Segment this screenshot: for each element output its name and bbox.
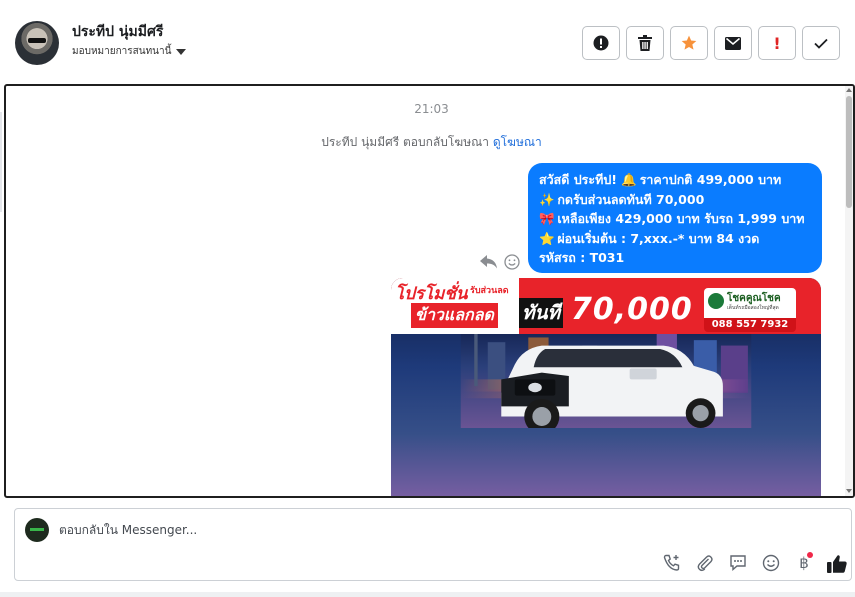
saved-replies-icon — [730, 555, 746, 572]
message-installment: ผ่อนเริ่มต้น : 7,xxx.-* บาท 84 งวด — [553, 230, 760, 246]
star-emoji-icon: ⭐ — [539, 230, 555, 246]
message-final-price: เหลือเพียง 429,000 บาท รับรถ 1,999 บาท — [553, 211, 805, 226]
ad-reply-notice: ประทีป นุ่มมีศรี ตอบกลับโฆษณา ดูโฆษณา — [6, 133, 853, 152]
ribbon-emoji-icon: 🎀 — [539, 211, 555, 226]
page-avatar-logo — [30, 528, 44, 531]
avatar-glasses — [28, 38, 46, 43]
add-call-icon — [663, 554, 680, 571]
message-thread[interactable]: 21:03 ประทีป นุ่มมีศรี ตอบกลับโฆษณา ดูโฆ… — [4, 84, 855, 498]
reply-input[interactable] — [59, 523, 659, 537]
reply-icon[interactable] — [480, 255, 498, 269]
message-greeting: สวัสดี ประทีป! — [539, 172, 622, 187]
promo-subtitle: รับส่วนลด — [470, 286, 509, 296]
contact-name[interactable]: ประทีป นุ่มมีศรี — [72, 21, 163, 43]
dealer-logo-icon — [708, 293, 724, 309]
message-line: ⭐ ผ่อนเริ่มต้น : 7,xxx.-* บาท 84 งวด — [539, 229, 811, 249]
bell-emoji-icon: 🔔 — [621, 172, 637, 187]
left-edge-divider — [0, 112, 2, 212]
composer-tools: ฿ — [661, 552, 848, 574]
star-icon — [681, 35, 697, 50]
bottom-strip — [0, 592, 855, 597]
dealer-tagline: เต็นท์รถมือสองใหญ่ที่สุด — [727, 305, 779, 311]
thread-scrollbar[interactable] — [845, 86, 853, 496]
envelope-icon — [725, 36, 741, 50]
saved-replies-button[interactable] — [727, 552, 749, 574]
alert-circle-icon — [593, 35, 609, 51]
scroll-up-arrow-icon[interactable] — [846, 88, 852, 92]
add-call-button[interactable] — [661, 552, 683, 574]
attachment-icon — [697, 555, 713, 572]
checkmark-icon — [814, 38, 828, 49]
header-actions: ! — [582, 26, 840, 60]
like-button[interactable] — [826, 552, 848, 574]
done-button[interactable] — [802, 26, 840, 60]
promo-banner: โปรโมชั่น รับส่วนลด ข้าวแลกลด ทันที 70,0… — [391, 278, 821, 334]
promo-now-label: ทันที — [519, 298, 564, 328]
message-discount: กดรับส่วนลดทันที 70,000 — [553, 191, 705, 207]
delete-button[interactable] — [626, 26, 664, 60]
message-timestamp: 21:03 — [414, 102, 449, 116]
message-car-code: รหัสรถ : T031 — [539, 250, 625, 265]
dealer-phone: 088 557 7932 — [704, 318, 796, 332]
message-line: รหัสรถ : T031 — [539, 248, 811, 268]
message-bubble[interactable]: สวัสดี ประทีป! 🔔 ราคาปกติ 499,000 บาท ✨ … — [528, 163, 822, 273]
promo-title-line2: ข้าวแลกลด — [411, 303, 498, 328]
assign-label: มอบหมายการสนทนานี้ — [72, 46, 172, 57]
conversation-header: ประทีป นุ่มมีศรี มอบหมายการสนทนานี้ ! — [0, 0, 855, 84]
reply-composer: ฿ — [14, 508, 852, 581]
payment-button[interactable]: ฿ — [793, 552, 815, 574]
message-tools — [480, 254, 520, 270]
page-avatar — [25, 518, 49, 542]
promo-amount: 70,000 — [571, 292, 693, 327]
exclamation-icon: ! — [773, 33, 781, 53]
assign-conversation-dropdown[interactable]: มอบหมายการสนทนานี้ — [72, 44, 187, 59]
message-regular-price: ราคาปกติ 499,000 บาท — [635, 172, 782, 187]
contact-avatar[interactable] — [15, 21, 59, 65]
notification-dot — [807, 552, 813, 558]
sparkles-emoji-icon: ✨ — [539, 191, 555, 207]
trash-icon — [638, 35, 652, 51]
caret-down-icon — [176, 48, 187, 55]
message-line: สวัสดี ประทีป! 🔔 ราคาปกติ 499,000 บาท — [539, 170, 811, 190]
promo-image[interactable]: โปรโมชั่น รับส่วนลด ข้าวแลกลด ทันที 70,0… — [391, 278, 821, 496]
like-icon — [827, 554, 847, 573]
scroll-thumb[interactable] — [846, 96, 852, 208]
emoji-button[interactable] — [760, 552, 782, 574]
mark-unread-button[interactable] — [714, 26, 752, 60]
message-line: ✨ กดรับส่วนลดทันที 70,000 — [539, 190, 811, 210]
ad-reply-text: ประทีป นุ่มมีศรี ตอบกลับโฆษณา — [321, 135, 489, 149]
message-line: 🎀 เหลือเพียง 429,000 บาท รับรถ 1,999 บาท — [539, 209, 811, 229]
star-button[interactable] — [670, 26, 708, 60]
attachment-button[interactable] — [694, 552, 716, 574]
view-ad-link[interactable]: ดูโฆษณา — [493, 135, 542, 149]
important-button[interactable]: ! — [758, 26, 796, 60]
scroll-down-arrow-icon[interactable] — [846, 489, 852, 493]
emoji-icon — [762, 554, 780, 572]
react-emoji-icon[interactable] — [504, 254, 520, 270]
report-spam-button[interactable] — [582, 26, 620, 60]
